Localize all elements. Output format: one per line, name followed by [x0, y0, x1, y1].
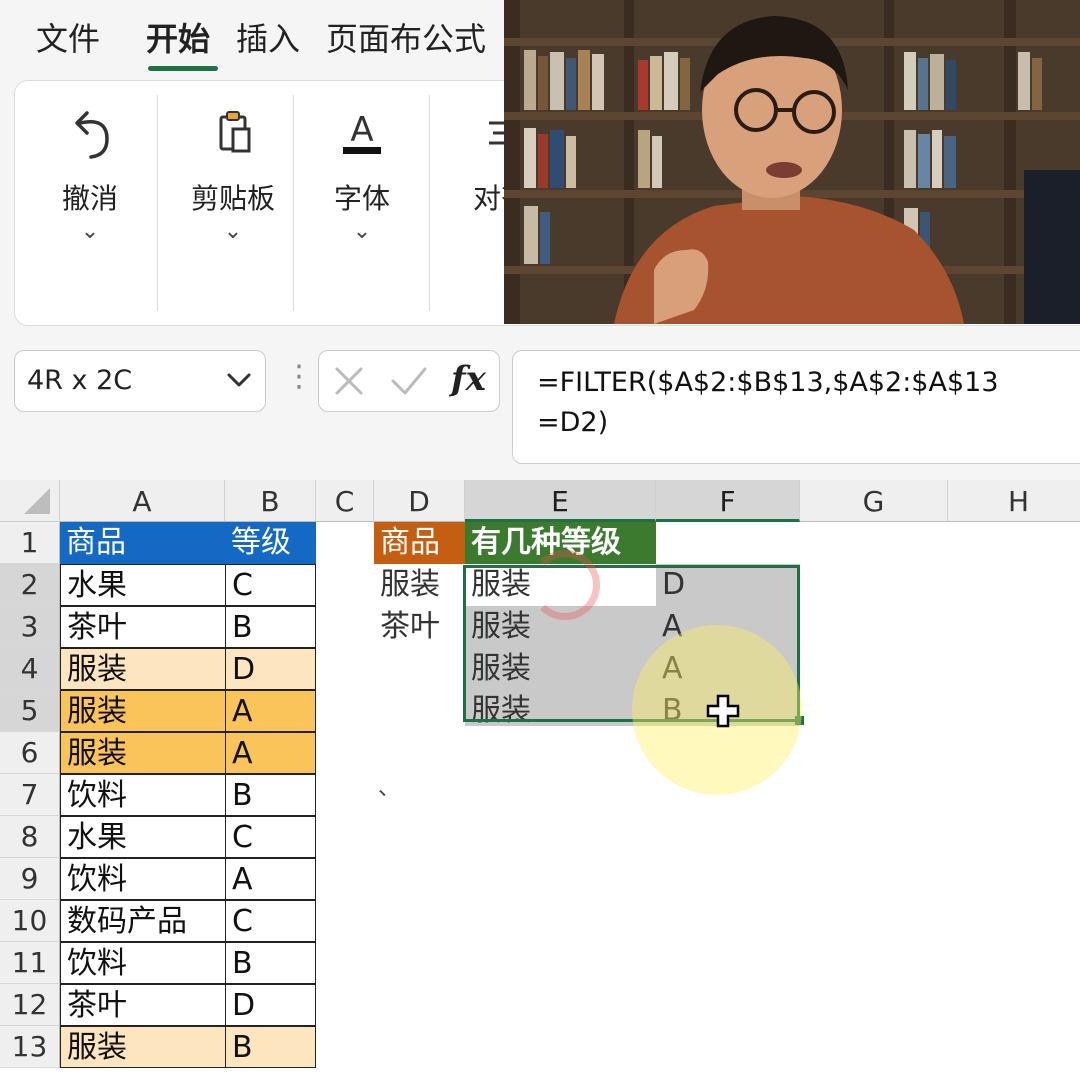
row-header-3[interactable]: 3 [0, 606, 60, 648]
cell-b8[interactable]: C [225, 816, 316, 858]
undo-label: 撤消 [61, 182, 118, 215]
more-options-icon[interactable]: ⋮ [284, 362, 314, 392]
cell-a9[interactable]: 饮料 [60, 858, 226, 900]
formula-input[interactable]: =FILTER($A$2:$B$13,$A$2:$A$13 =D2) [512, 350, 1080, 464]
chevron-down-icon[interactable] [225, 363, 253, 401]
chevron-down-icon[interactable]: ⌄ [307, 219, 417, 244]
cancel-icon[interactable] [331, 363, 367, 403]
col-header-g[interactable]: G [800, 480, 948, 522]
group-divider [157, 95, 158, 311]
col-header-h[interactable]: H [948, 480, 1080, 522]
cell-b10[interactable]: C [225, 900, 316, 942]
group-divider [429, 95, 430, 311]
cell-b11[interactable]: B [225, 942, 316, 984]
cell-d2[interactable]: 服装 [374, 564, 465, 606]
col-header-c[interactable]: C [316, 480, 374, 522]
formula-text: =FILTER($A$2:$B$13,$A$2:$A$13 =D2) [537, 367, 999, 438]
cell-b6[interactable]: A [225, 732, 316, 774]
font-group[interactable]: A 字体 ⌄ [307, 81, 417, 325]
tab-formulas[interactable]: 公式 [422, 14, 486, 60]
formula-buttons: fx [318, 350, 500, 412]
row-header-10[interactable]: 10 [0, 900, 60, 942]
col-header-d[interactable]: D [374, 480, 465, 522]
row-header-12[interactable]: 12 [0, 984, 60, 1026]
cell-b12[interactable]: D [225, 984, 316, 1026]
name-box[interactable]: 4R x 2C [14, 350, 266, 412]
cell-a2[interactable]: 水果 [60, 564, 226, 606]
row-header-7[interactable]: 7 [0, 774, 60, 816]
presenter-webcam-overlay [504, 0, 1080, 324]
insert-function-icon[interactable]: fx [451, 359, 486, 399]
active-tab-indicator [148, 66, 218, 71]
webcam-scene [504, 0, 1080, 324]
cell-d1[interactable]: 商品 [374, 522, 465, 564]
font-color-icon: A [307, 103, 417, 163]
group-divider [293, 95, 294, 311]
clipboard-group[interactable]: 剪贴板 ⌄ [171, 81, 295, 325]
cell-a5[interactable]: 服装 [60, 690, 226, 732]
undo-group[interactable]: 撤消 ⌄ [35, 81, 145, 325]
row-header-5[interactable]: 5 [0, 690, 60, 732]
cell-b2[interactable]: C [225, 564, 316, 606]
col-header-a[interactable]: A [60, 480, 225, 522]
cell-b7[interactable]: B [225, 774, 316, 816]
cell-cursor-icon [706, 694, 740, 732]
tab-page-layout[interactable]: 页面布 [326, 14, 422, 60]
worksheet-grid[interactable]: A B C D E F G H 1 2 3 4 5 6 7 8 9 10 11 … [0, 480, 1080, 1080]
col-header-f[interactable]: F [656, 480, 800, 522]
cell-a1[interactable]: 商品 [60, 522, 225, 564]
select-all-corner[interactable] [0, 480, 60, 522]
tab-insert[interactable]: 插入 [236, 14, 300, 60]
cell-a4[interactable]: 服装 [60, 648, 226, 690]
row-header-13[interactable]: 13 [0, 1026, 60, 1068]
svg-text:A: A [350, 110, 373, 150]
cell-a7[interactable]: 饮料 [60, 774, 226, 816]
cell-a11[interactable]: 饮料 [60, 942, 226, 984]
cell-b3[interactable]: B [225, 606, 316, 648]
row-header-6[interactable]: 6 [0, 732, 60, 774]
row-header-2[interactable]: 2 [0, 564, 60, 606]
row-header-9[interactable]: 9 [0, 858, 60, 900]
stray-mark: 、 [378, 776, 401, 801]
font-label: 字体 [333, 182, 390, 215]
enter-icon[interactable] [389, 363, 429, 403]
chevron-down-icon[interactable]: ⌄ [35, 219, 145, 244]
col-header-e[interactable]: E [465, 480, 656, 522]
row-header-11[interactable]: 11 [0, 942, 60, 984]
chevron-down-icon[interactable]: ⌄ [171, 219, 295, 244]
clipboard-icon [171, 103, 295, 163]
cell-a8[interactable]: 水果 [60, 816, 226, 858]
cell-b4[interactable]: D [225, 648, 316, 690]
tab-file[interactable]: 文件 [36, 14, 100, 60]
cell-b5[interactable]: A [225, 690, 316, 732]
cell-d3[interactable]: 茶叶 [374, 606, 465, 648]
cell-a12[interactable]: 茶叶 [60, 984, 226, 1026]
col-header-b[interactable]: B [225, 480, 316, 522]
cell-b13[interactable]: B [225, 1026, 316, 1068]
cell-a6[interactable]: 服装 [60, 732, 226, 774]
cell-a3[interactable]: 茶叶 [60, 606, 226, 648]
row-header-8[interactable]: 8 [0, 816, 60, 858]
row-header-4[interactable]: 4 [0, 648, 60, 690]
cell-b1[interactable]: 等级 [225, 522, 316, 564]
cell-a13[interactable]: 服装 [60, 1026, 226, 1068]
cell-a10[interactable]: 数码产品 [60, 900, 226, 942]
row-header-1[interactable]: 1 [0, 522, 60, 564]
tab-home[interactable]: 开始 [146, 14, 210, 60]
name-box-value: 4R x 2C [27, 365, 133, 396]
clipboard-label: 剪贴板 [190, 182, 275, 215]
cell-b9[interactable]: A [225, 858, 316, 900]
click-indicator [530, 550, 600, 620]
undo-icon [35, 103, 145, 163]
